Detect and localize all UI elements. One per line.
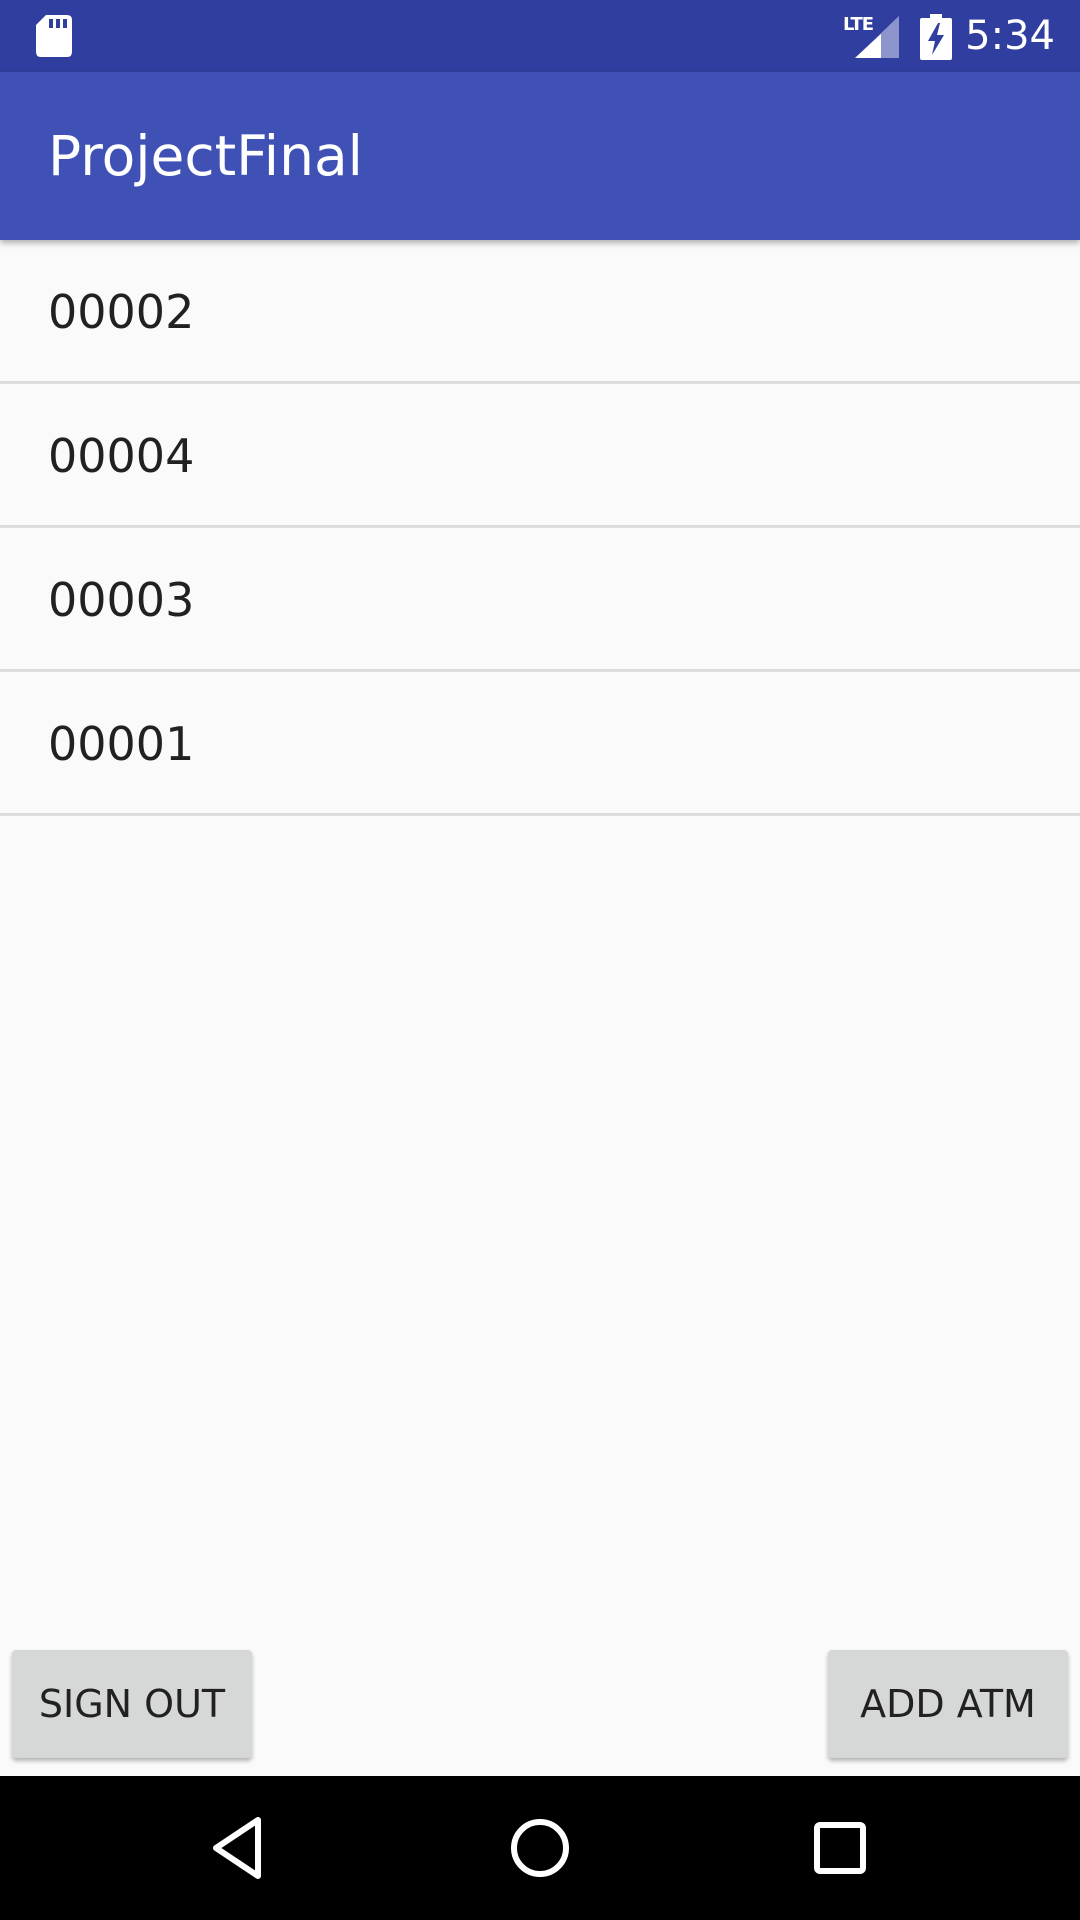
atm-id-label: 00002 <box>48 285 195 339</box>
sign-out-button[interactable]: SIGN OUT <box>12 1650 252 1758</box>
home-icon[interactable] <box>498 1806 582 1890</box>
status-bar: LTE 5:34 <box>0 0 1080 72</box>
battery-charging-icon <box>920 14 952 60</box>
list-item[interactable]: 00003 <box>0 528 1080 672</box>
app-bar: ProjectFinal <box>0 72 1080 240</box>
atm-id-label: 00001 <box>48 717 195 771</box>
list-item[interactable]: 00002 <box>0 240 1080 384</box>
back-icon[interactable] <box>198 1806 282 1890</box>
atm-list: 00002 00004 00003 00001 <box>0 240 1080 816</box>
status-clock: 5:34 <box>965 13 1055 59</box>
app-title: ProjectFinal <box>48 124 363 188</box>
atm-id-label: 00004 <box>48 429 195 483</box>
list-item[interactable]: 00004 <box>0 384 1080 528</box>
signal-icon <box>855 16 899 58</box>
sd-card-icon <box>36 15 72 57</box>
atm-id-label: 00003 <box>48 573 195 627</box>
list-item[interactable]: 00001 <box>0 672 1080 816</box>
add-atm-button[interactable]: ADD ATM <box>828 1650 1068 1758</box>
screen: LTE 5:34 ProjectFinal 00002 00004 00003 … <box>0 0 1080 1920</box>
navigation-bar <box>0 1776 1080 1920</box>
recents-icon[interactable] <box>798 1806 882 1890</box>
